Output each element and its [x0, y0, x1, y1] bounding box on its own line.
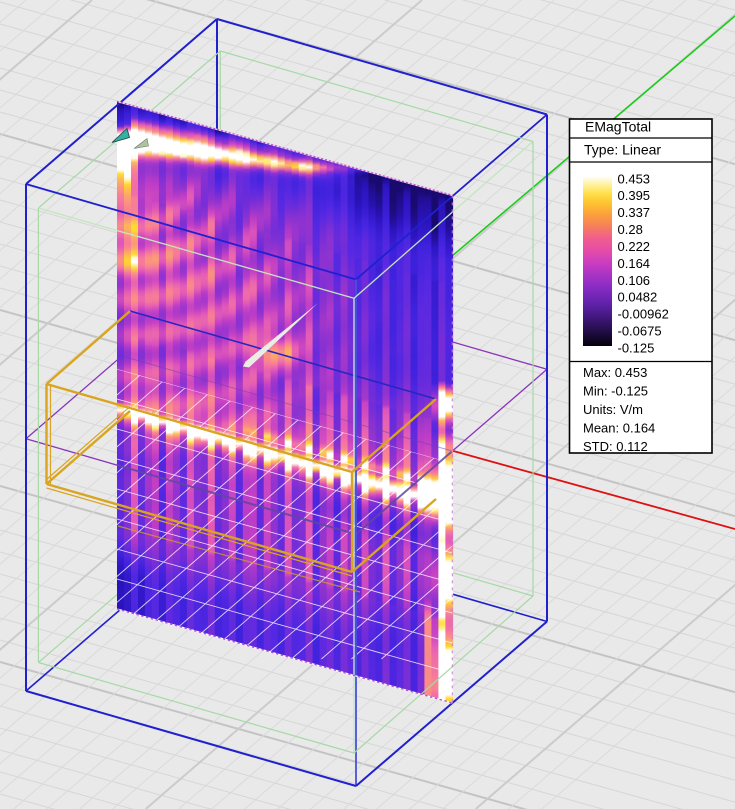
svg-text:STD: 0.112: STD: 0.112 — [583, 439, 648, 454]
svg-text:EMagTotal: EMagTotal — [585, 119, 651, 135]
svg-text:Type: Linear: Type: Linear — [584, 142, 661, 158]
svg-text:0.0482: 0.0482 — [618, 290, 658, 305]
svg-text:0.106: 0.106 — [618, 273, 651, 288]
svg-text:Mean: 0.164: Mean: 0.164 — [583, 420, 655, 435]
svg-text:-0.00962: -0.00962 — [618, 307, 669, 322]
svg-text:0.337: 0.337 — [618, 205, 651, 220]
svg-text:0.395: 0.395 — [618, 188, 651, 203]
svg-text:0.453: 0.453 — [618, 171, 651, 186]
svg-text:Units: V/m: Units: V/m — [583, 402, 643, 417]
svg-text:0.222: 0.222 — [618, 239, 651, 254]
svg-text:0.28: 0.28 — [618, 222, 643, 237]
svg-text:0.164: 0.164 — [618, 256, 651, 271]
svg-text:Max: 0.453: Max: 0.453 — [583, 365, 647, 380]
svg-text:Min: -0.125: Min: -0.125 — [583, 383, 648, 398]
svg-text:-0.125: -0.125 — [618, 341, 655, 356]
svg-text:-0.0675: -0.0675 — [618, 324, 662, 339]
